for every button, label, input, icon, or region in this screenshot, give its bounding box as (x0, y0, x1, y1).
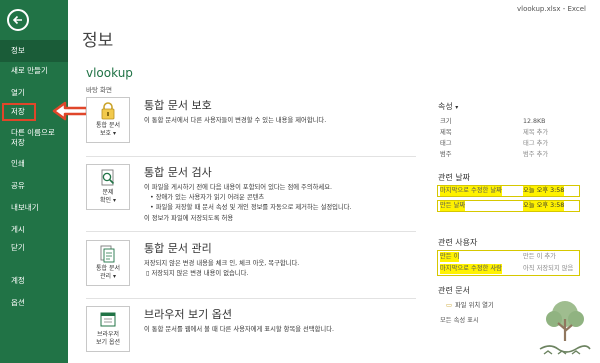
prop-category[interactable]: 범주 범주 추가 (440, 150, 588, 160)
browser-view-options-button[interactable]: 브라우저 보기 옵션 (86, 306, 130, 352)
inspect-tile-label2: 확인 ▾ (100, 196, 116, 204)
sidebar-item-close[interactable]: 닫기 (0, 243, 68, 253)
sidebar-item-save-as[interactable]: 다른 이름으로 저장 (0, 128, 68, 148)
browser-view-section: 브라우저 보기 옵션 브라우저 보기 옵션 이 통합 문서를 웹에서 볼 때 다… (86, 306, 416, 356)
browser-desc: 이 통합 문서를 웹에서 볼 때 다른 사용자에게 표시할 항목을 선택합니다. (144, 326, 335, 333)
protect-workbook-section: 통합 문서 보호 ▾ 통합 문서 보호 이 통합 문서에서 다른 사용자들이 변… (86, 97, 416, 147)
backstage-sidebar: 정보 새로 만들기 열기 저장 다른 이름으로 저장 인쇄 공유 내보내기 게시… (0, 0, 68, 363)
back-button[interactable] (7, 9, 29, 31)
protect-workbook-button[interactable]: 통합 문서 보호 ▾ (86, 97, 130, 143)
prop-last-modified: 마지막으로 수정한 날짜 오늘 오후 3:58 (440, 186, 565, 196)
save-as-label-line2: 저장 (11, 138, 25, 147)
sidebar-item-save[interactable]: 저장 (2, 103, 36, 121)
divider (86, 231, 416, 232)
inspect-tile-label1: 문제 (102, 189, 114, 196)
inspect-document-icon (101, 169, 115, 186)
save-as-label-line1: 다른 이름으로 (11, 128, 55, 137)
prop-author[interactable]: 만든 이 만든 이 추가 (440, 252, 588, 262)
manage-workbook-section: 통합 문서 관리 ▾ 통합 문서 관리 저장되지 않은 변경 내용을 체크 인,… (86, 240, 416, 290)
arrow-left-icon (12, 15, 22, 25)
sidebar-item-publish[interactable]: 게시 (0, 225, 68, 235)
related-people-heading: 관련 사용자 (438, 238, 478, 247)
lock-icon (101, 102, 115, 120)
workbook-path: 바탕 화면 (86, 86, 112, 94)
chevron-down-icon: ▾ (112, 129, 116, 137)
check-for-issues-button[interactable]: 문제 확인 ▾ (86, 164, 130, 210)
manage-bullet-1: ▯ 저장되지 않은 변경 내용이 없습니다. (146, 270, 249, 277)
chevron-down-icon: ▾ (455, 104, 459, 111)
prop-created: 만든 날짜 오늘 오후 3:58 (440, 201, 565, 211)
protect-title: 통합 문서 보호 (144, 99, 212, 112)
chevron-down-icon: ▾ (112, 196, 116, 204)
browser-tile-label1: 브라우저 (96, 331, 120, 338)
sidebar-item-share[interactable]: 공유 (0, 181, 68, 191)
manage-tile-label2: 관리 ▾ (100, 272, 116, 280)
protect-tile-label1: 통합 문서 (96, 122, 120, 129)
prop-size: 크기 12.8KB (440, 118, 546, 125)
sidebar-item-new[interactable]: 새로 만들기 (0, 66, 68, 76)
manage-document-icon (100, 245, 115, 263)
protect-desc: 이 통합 문서에서 다른 사용자들이 변경할 수 있는 내용을 제어합니다. (144, 117, 327, 124)
sidebar-item-open[interactable]: 열기 (0, 88, 68, 98)
inspect-allow-link[interactable]: 이 정보가 파일에 저장되도록 허용 (144, 213, 233, 222)
manage-workbook-button[interactable]: 통합 문서 관리 ▾ (86, 240, 130, 286)
workbook-name: vlookup (86, 66, 133, 80)
manage-desc: 저장되지 않은 변경 내용을 체크 인, 체크 아웃, 복구합니다. (144, 260, 300, 267)
inspect-desc: 이 파일을 게시하기 전에 다음 내용이 포함되어 있다는 점에 주의하세요. (144, 184, 333, 191)
sidebar-item-options[interactable]: 옵션 (0, 298, 68, 308)
protect-tile-label2: 보호 ▾ (100, 129, 116, 137)
pointer-arrow-icon (52, 101, 89, 121)
chevron-down-icon: ▾ (112, 272, 116, 280)
folder-icon: ▭ (446, 302, 452, 309)
allow-save-link[interactable]: 이 정보가 파일에 저장되도록 허용 (144, 215, 233, 222)
inspect-title: 통합 문서 검사 (144, 166, 212, 179)
sidebar-item-export[interactable]: 내보내기 (0, 203, 68, 213)
sidebar-item-info[interactable]: 정보 (0, 40, 68, 62)
divider (86, 298, 416, 299)
inspect-bullet-2: • 파일을 저장할 때 문서 속성 및 개인 정보를 자동으로 제거하는 설정입… (150, 204, 352, 211)
browser-tile-label2: 보기 옵션 (96, 338, 120, 346)
divider (86, 156, 416, 157)
browser-view-icon (100, 312, 116, 327)
related-dates-heading: 관련 날짜 (438, 173, 470, 182)
browser-title: 브라우저 보기 옵션 (144, 308, 232, 321)
window-title: vlookup.xlsx - Excel (517, 5, 586, 13)
manage-title: 통합 문서 관리 (144, 242, 212, 255)
sidebar-item-account[interactable]: 계정 (0, 276, 68, 286)
related-docs-heading: 관련 문서 (438, 286, 470, 295)
inspect-bullet-1: • 장애가 있는 사용자가 읽기 어려운 콘텐츠 (150, 194, 265, 201)
watermark-logo (539, 301, 591, 355)
prop-tags[interactable]: 태그 태그 추가 (440, 139, 588, 149)
sidebar-item-print[interactable]: 인쇄 (0, 159, 68, 169)
document-small-icon: ▯ (146, 270, 150, 277)
prop-title[interactable]: 제목 제목 추가 (440, 128, 588, 138)
properties-heading[interactable]: 속성 ▾ (438, 101, 458, 112)
manage-tile-label1: 통합 문서 (96, 265, 120, 272)
inspect-workbook-section: 문제 확인 ▾ 통합 문서 검사 이 파일을 게시하기 전에 다음 내용이 포함… (86, 164, 416, 226)
page-title: 정보 (82, 31, 114, 51)
prop-last-modified-by: 마지막으로 수정한 사람 아직 저장되지 않음 (440, 264, 574, 274)
